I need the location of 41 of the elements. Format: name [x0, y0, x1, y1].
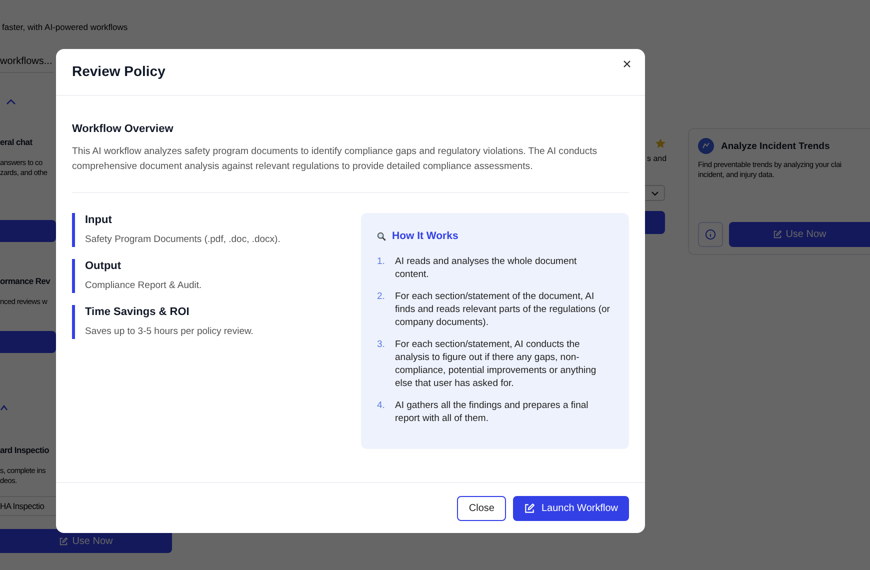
- info-button[interactable]: [698, 222, 723, 247]
- step-text: AI gathers all the findings and prepares a final report with all of them.: [395, 399, 590, 425]
- chart-circle-icon: [698, 138, 714, 154]
- close-button[interactable]: Close: [456, 496, 506, 520]
- step-number: 2.: [377, 290, 386, 304]
- edit-icon: [59, 536, 68, 546]
- info-icon: [705, 229, 716, 240]
- close-icon: [623, 60, 631, 68]
- star-icon[interactable]: [655, 138, 666, 149]
- card-title: eral chat: [0, 137, 32, 147]
- card-title: ard Inspectio: [0, 445, 50, 455]
- detail-title: Time Savings & ROI: [85, 306, 190, 318]
- card-title: Analyze Incident Trends: [721, 140, 830, 152]
- chevron-down-icon: [650, 190, 658, 196]
- step-text: AI reads and analyses the whole document content.: [395, 255, 578, 281]
- detail-title: Input: [85, 214, 113, 226]
- chevron-up-icon[interactable]: [6, 99, 16, 105]
- search-icon: [377, 232, 386, 240]
- detail-text: Compliance Report & Audit.: [85, 280, 203, 291]
- edit-icon: [772, 230, 782, 239]
- overview-text: This AI workflow analyzes safety program documents to identify compliance gaps and regulatory violations. The AI conducts comprehensive document analysis against relevant regulations to provide detailed compliance assessments.: [72, 145, 598, 174]
- panel-title: How It Works: [392, 230, 458, 242]
- dialog-title: Review Policy: [72, 63, 166, 79]
- detail-text: Safety Program Documents (.pdf, .doc, .docx).: [85, 234, 282, 245]
- detail-text: Saves up to 3-5 hours per policy review.: [85, 326, 254, 337]
- detail-title: Output: [85, 260, 122, 272]
- card-title: ormance Rev: [0, 276, 50, 286]
- card-description: s and: [647, 154, 667, 163]
- search-field[interactable]: workflows...: [0, 56, 54, 73]
- step-number: 1.: [377, 255, 386, 269]
- step-number: 4.: [377, 399, 386, 413]
- use-now-button[interactable]: Use Now: [729, 222, 870, 247]
- edit-icon: [524, 502, 536, 514]
- close-button[interactable]: [621, 58, 633, 70]
- chevron-up-icon[interactable]: [0, 405, 8, 411]
- page-subtitle: faster, with AI-powered workflows: [2, 22, 128, 32]
- section-heading: Workflow Overview: [72, 123, 174, 135]
- step-number: 3.: [377, 338, 386, 352]
- step-text: For each section/statement, AI conducts the analysis to figure out if there any gaps, non-compliance, potential improvements or anything else that user has asked for.: [395, 338, 598, 390]
- launch-workflow-button[interactable]: Launch Workflow: [513, 496, 629, 520]
- step-text: For each section/statement of the document, AI finds and reads relevant parts of the regulations (or company documents).: [395, 290, 611, 329]
